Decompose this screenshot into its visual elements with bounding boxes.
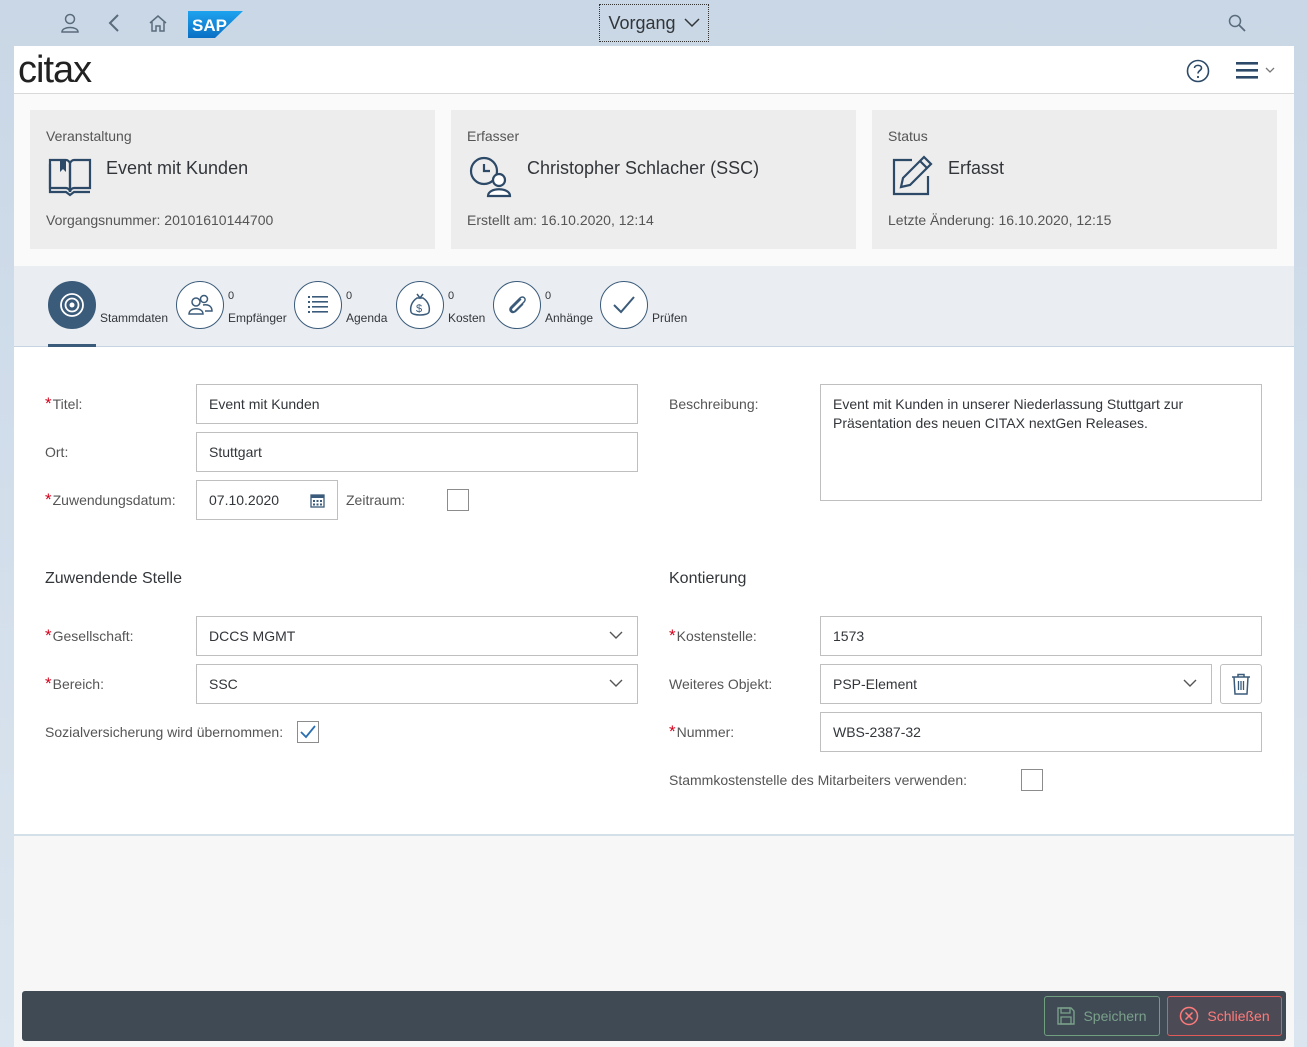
stammkostenstelle-checkbox[interactable]: [1021, 769, 1043, 791]
user-clock-icon: [469, 156, 512, 198]
sozialversicherung-checkbox[interactable]: [297, 721, 319, 743]
menu-icon[interactable]: [1234, 60, 1276, 85]
required-marker: *: [45, 674, 52, 693]
calendar-icon[interactable]: [310, 493, 325, 508]
edit-icon: [892, 155, 933, 196]
ort-label: Ort:: [45, 444, 69, 460]
trash-icon: [1232, 673, 1250, 695]
svg-text:$: $: [416, 303, 422, 315]
required-marker: *: [669, 626, 676, 645]
card-sub: Letzte Änderung: 16.10.2020, 12:15: [888, 212, 1112, 228]
card-sub: Vorgangsnummer: 20101610144700: [46, 212, 274, 228]
delete-button[interactable]: [1220, 664, 1262, 704]
required-marker: *: [45, 626, 52, 645]
tab-bar: Stammdaten 0 Empfänger 0 Agenda $ 0 Kost…: [14, 266, 1294, 347]
zuwendungsdatum-label: *Zuwendungsdatum:: [45, 490, 176, 509]
card-value: Christopher Schlacher (SSC): [527, 158, 760, 178]
beschreibung-textarea[interactable]: Event mit Kunden in unserer Niederlassun…: [820, 384, 1262, 501]
save-label: Speichern: [1083, 1008, 1147, 1024]
footer-toolbar: Speichern Schließen: [22, 991, 1286, 1041]
kostenstelle-input[interactable]: 1573: [820, 616, 1262, 656]
people-icon: [176, 281, 224, 329]
main-container: citax Veranstaltung Event mit Kunden Vor…: [14, 46, 1294, 1047]
shell-bar: SAP Vorgang: [0, 0, 1307, 46]
card-label: Status: [888, 128, 928, 144]
stammkostenstelle-label: Stammkostenstelle des Mitarbeiters verwe…: [669, 772, 968, 788]
weiteres-objekt-select[interactable]: PSP-Element: [820, 664, 1212, 704]
form-stammdaten: *Titel: Event mit Kunden Ort: Stuttgart …: [14, 347, 1294, 836]
tab-label: Anhänge: [545, 311, 594, 325]
card-sub: Erstellt am: 16.10.2020, 12:14: [467, 212, 654, 228]
zeitraum-label: Zeitraum:: [346, 492, 406, 508]
back-icon[interactable]: [101, 10, 127, 36]
tab-count: 0: [228, 290, 235, 302]
checkmark-icon: [300, 725, 316, 739]
card-value: Event mit Kunden: [106, 158, 249, 178]
nummer-label: *Nummer:: [669, 722, 735, 741]
user-icon[interactable]: [57, 10, 83, 36]
checkmark-icon: [600, 281, 648, 329]
bereich-select[interactable]: SSC: [196, 664, 638, 704]
save-button[interactable]: Speichern: [1044, 996, 1160, 1036]
card-erfasser: Erfasser Christopher Schlacher (SSC) Ers…: [451, 110, 856, 249]
titel-label: *Titel:: [45, 394, 83, 413]
beschreibung-label: Beschreibung:: [669, 396, 759, 412]
card-label: Erfasser: [467, 128, 520, 144]
help-icon[interactable]: [1186, 59, 1210, 88]
tab-count: 0: [545, 290, 552, 302]
search-icon[interactable]: [1224, 10, 1250, 36]
book-icon: [48, 158, 92, 197]
app-title-dropdown[interactable]: Vorgang: [599, 4, 709, 42]
tab-label: Stammdaten: [100, 311, 169, 325]
bereich-label: *Bereich:: [45, 674, 104, 693]
card-label: Veranstaltung: [46, 128, 132, 144]
tab-label: Agenda: [346, 311, 388, 325]
gesellschaft-label: *Gesellschaft:: [45, 626, 134, 645]
zuwendungsdatum-input[interactable]: 07.10.2020: [196, 480, 338, 520]
info-cards: Veranstaltung Event mit Kunden Vorgangsn…: [14, 94, 1294, 266]
zuwendende-stelle-title: Zuwendende Stelle: [45, 570, 182, 587]
target-icon: [48, 281, 96, 329]
app-header: citax: [14, 46, 1294, 94]
weiteres-objekt-label: Weiteres Objekt:: [669, 676, 773, 692]
sozialversicherung-label: Sozialversicherung wird übernommen:: [45, 724, 284, 740]
close-button[interactable]: Schließen: [1167, 996, 1282, 1036]
kostenstelle-label: *Kostenstelle:: [669, 626, 757, 645]
money-bag-icon: $: [396, 281, 444, 329]
titel-input[interactable]: Event mit Kunden: [196, 384, 638, 424]
card-veranstaltung: Veranstaltung Event mit Kunden Vorgangsn…: [30, 110, 435, 249]
gesellschaft-select[interactable]: DCCS MGMT: [196, 616, 638, 656]
required-marker: *: [45, 490, 52, 509]
sap-logo[interactable]: SAP: [188, 11, 243, 38]
paperclip-icon: [493, 281, 541, 329]
close-label: Schließen: [1207, 1008, 1270, 1024]
tab-label: Prüfen: [652, 311, 688, 325]
chevron-down-icon: [684, 18, 700, 28]
chevron-down-icon: [609, 631, 623, 639]
tab-label: Empfänger: [228, 311, 287, 325]
chevron-down-icon: [609, 679, 623, 687]
ort-input[interactable]: Stuttgart: [196, 432, 638, 472]
save-icon: [1057, 1007, 1076, 1025]
svg-text:citax: citax: [18, 52, 92, 88]
zeitraum-checkbox[interactable]: [447, 489, 469, 511]
nummer-input[interactable]: WBS-2387-32: [820, 712, 1262, 752]
tab-label: Kosten: [448, 311, 486, 325]
chevron-down-icon: [1183, 679, 1197, 687]
tab-count: 0: [346, 290, 353, 302]
home-icon[interactable]: [145, 10, 171, 36]
required-marker: *: [45, 394, 52, 413]
required-marker: *: [669, 722, 676, 741]
card-value: Erfasst: [948, 158, 1005, 178]
card-status: Status Erfasst Letzte Änderung: 16.10.20…: [872, 110, 1277, 249]
app-title-text: Vorgang: [608, 12, 676, 33]
svg-text:SAP: SAP: [192, 16, 227, 35]
kontierung-title: Kontierung: [669, 570, 747, 587]
citax-logo: citax: [18, 52, 93, 88]
list-icon: [294, 281, 342, 329]
close-circle-icon: [1180, 1006, 1199, 1026]
tab-count: 0: [448, 290, 455, 302]
